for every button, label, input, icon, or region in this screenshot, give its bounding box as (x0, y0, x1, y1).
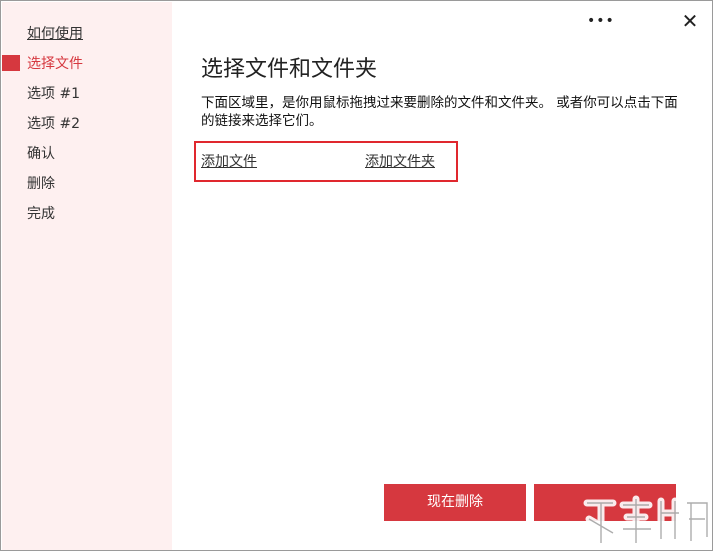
sidebar-item-delete[interactable]: 删除 (27, 173, 55, 195)
sidebar-item-select-files[interactable]: 选择文件 (27, 53, 83, 75)
app-window: 如何使用 选择文件 选项 #1 选项 #2 确认 删除 完成 ••• ✕ 选择文… (0, 0, 713, 551)
sidebar-item-option-1[interactable]: 选项 #1 (27, 83, 80, 105)
add-folder-link[interactable]: 添加文件夹 (365, 151, 435, 171)
sidebar-item-option-2[interactable]: 选项 #2 (27, 113, 80, 135)
sidebar-item-finish[interactable]: 完成 (27, 203, 55, 225)
instructions-text: 下面区域里，是你用鼠标拖拽过来要删除的文件和文件夹。 或者你可以点击下面的链接来… (201, 95, 678, 129)
page-title: 选择文件和文件夹 (201, 57, 378, 82)
sidebar-item-confirm[interactable]: 确认 (27, 143, 55, 165)
more-options-icon[interactable]: ••• (587, 9, 614, 33)
close-icon[interactable]: ✕ (677, 9, 703, 33)
active-step-marker (2, 55, 20, 71)
sidebar-item-how-to-use[interactable]: 如何使用 (27, 23, 83, 45)
delete-now-button[interactable]: 现在删除 (384, 484, 526, 521)
add-file-link[interactable]: 添加文件 (201, 151, 257, 171)
next-button[interactable] (534, 484, 676, 521)
